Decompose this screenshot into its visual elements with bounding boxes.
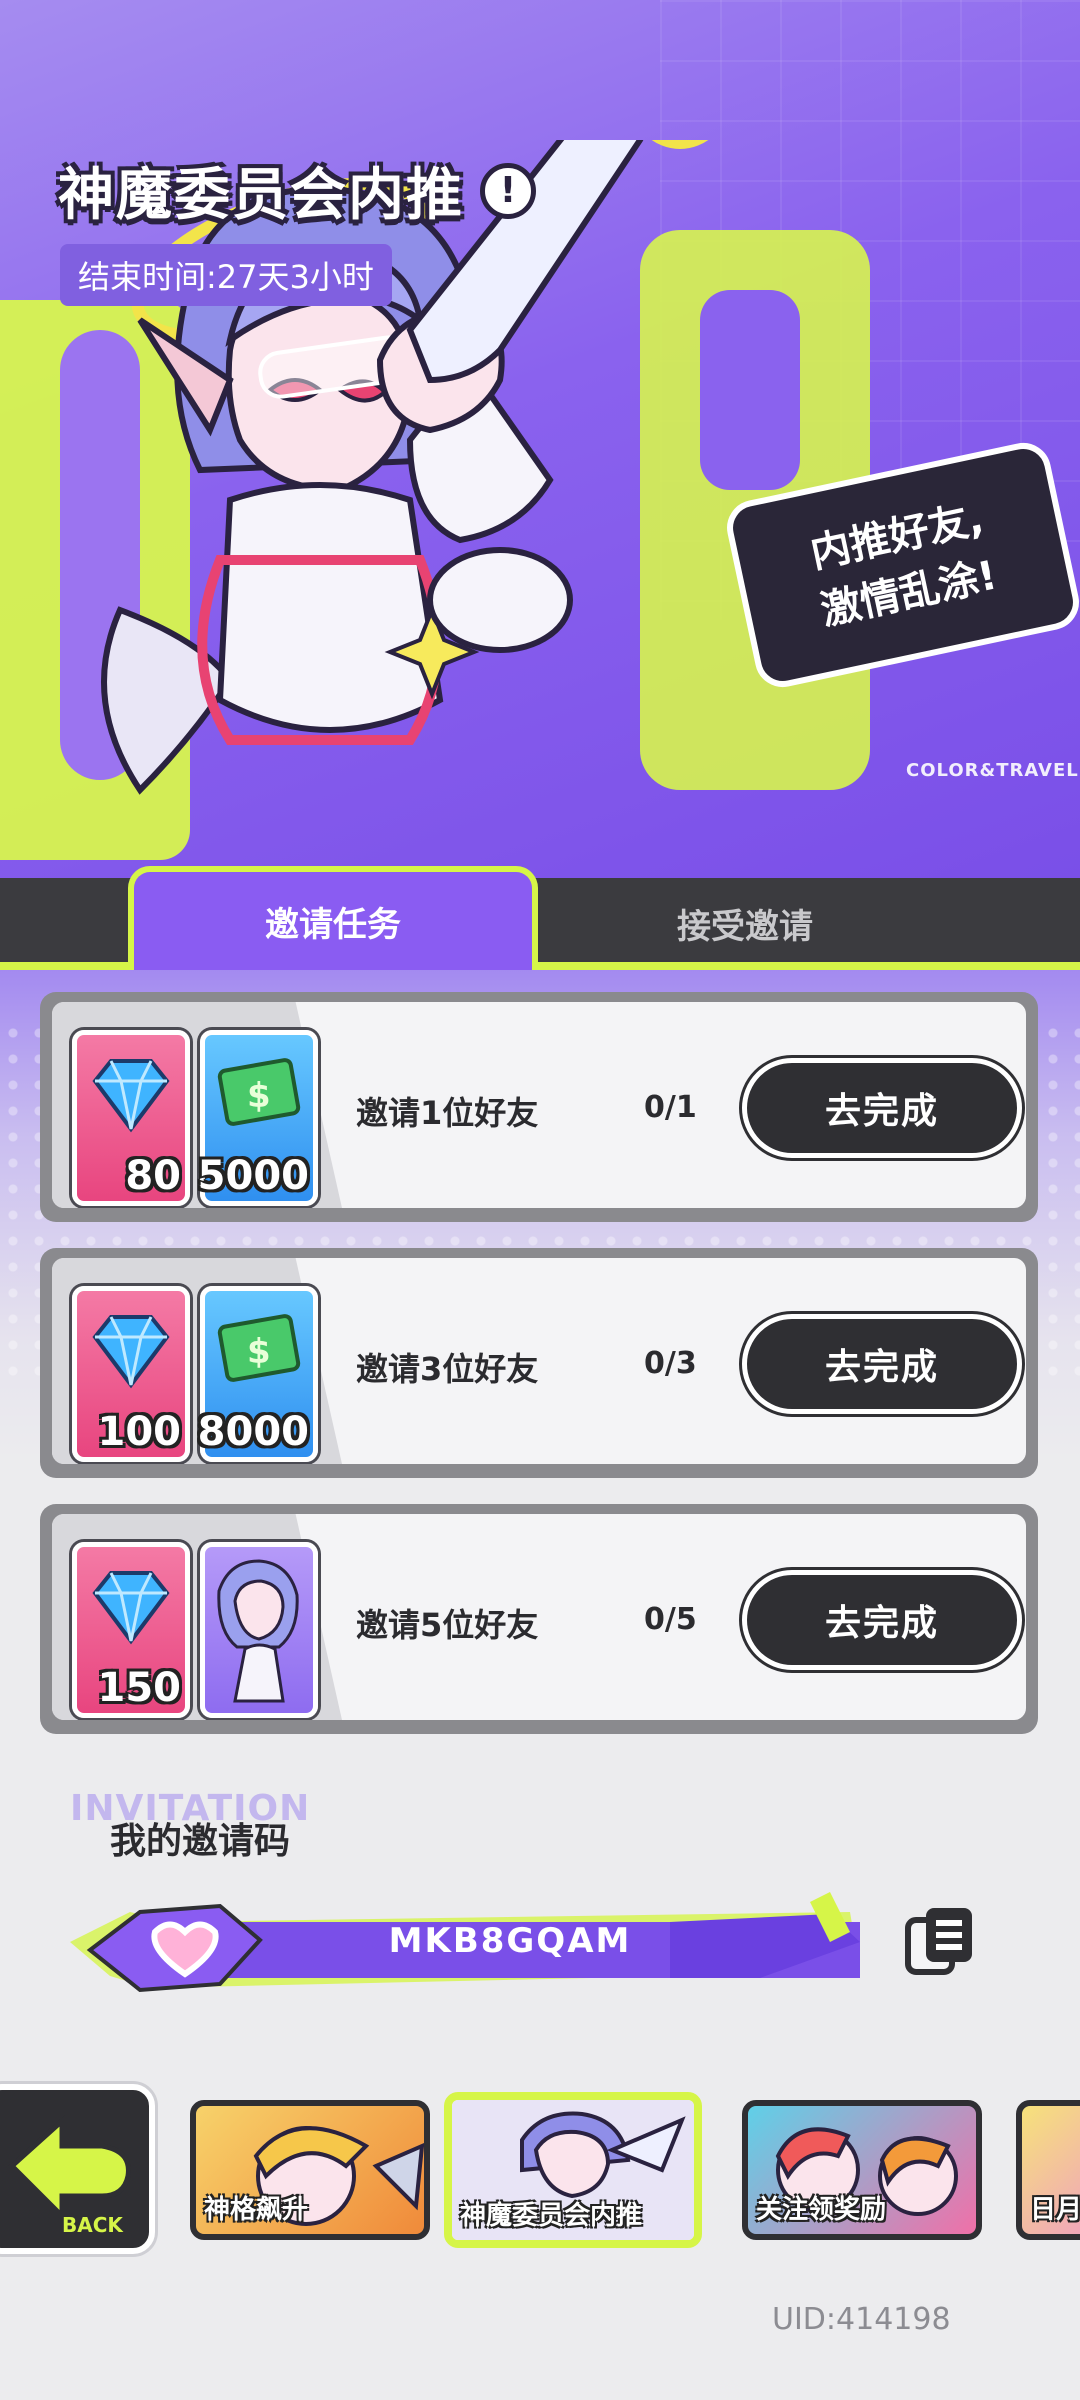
reward-quantity: 80 (125, 1153, 181, 1199)
diamond-icon (92, 1059, 170, 1133)
task-card-body: 100 $ 8000 邀请3位好友 0/3 去完成 (52, 1258, 1026, 1464)
cash-icon: $ (217, 1314, 301, 1382)
cash-icon: $ (217, 1058, 301, 1126)
brand-logo: COLOR&TRAVEL (906, 760, 1079, 781)
invite-code-title: 我的邀请码 (110, 1821, 291, 1862)
go-complete-button[interactable]: 去完成 (742, 1058, 1022, 1158)
nav-card-sun-moon[interactable]: 日月 (1016, 2100, 1080, 2240)
reward-quantity: 8000 (197, 1409, 309, 1455)
go-complete-button[interactable]: 去完成 (742, 1314, 1022, 1414)
task-label: 邀请5位好友 (356, 1606, 539, 1644)
task-label: 邀请3位好友 (356, 1350, 539, 1388)
task-progress: 0/5 (644, 1602, 697, 1637)
diamond-icon (92, 1571, 170, 1645)
svg-text:$: $ (247, 1332, 271, 1372)
reward-cash: $ 5000 (197, 1030, 318, 1206)
nav-card-follow-reward[interactable]: 关注领奖励 (742, 2100, 982, 2240)
back-label: BACK (62, 2213, 124, 2237)
task-progress: 0/1 (644, 1090, 697, 1125)
title-row: 神魔委员会内推 ! (58, 150, 536, 231)
diamond-icon (92, 1315, 170, 1389)
task-label: 邀请1位好友 (356, 1094, 539, 1132)
page-title: 神魔委员会内推 (58, 163, 464, 228)
tab-invite-tasks[interactable]: 邀请任务 (128, 866, 538, 970)
end-time-badge: 结束时间:27天3小时 (60, 244, 392, 306)
task-card: 100 $ 8000 邀请3位好友 0/3 去完成 (40, 1248, 1038, 1478)
copy-icon[interactable] (902, 1904, 978, 1980)
task-card: 80 $ 5000 邀请1位好友 0/1 去完成 (40, 992, 1038, 1222)
user-id: UID:414198 (772, 2302, 951, 2337)
hero-banner: 神魔委员会内推 ! 结束时间:27天3小时 内推好友, 激情乱涂! COLOR&… (0, 0, 1080, 880)
reward-quantity: 5000 (197, 1153, 309, 1199)
task-card-body: 80 $ 5000 邀请1位好友 0/1 去完成 (52, 1002, 1026, 1208)
go-complete-button[interactable]: 去完成 (742, 1570, 1022, 1670)
character-portrait-icon (217, 1559, 299, 1703)
reward-diamond: 100 (72, 1286, 190, 1462)
back-button[interactable]: BACK (0, 2084, 155, 2254)
nav-card-divine-rise[interactable]: 神格飙升 (190, 2100, 430, 2240)
reward-diamond: 150 (72, 1542, 190, 1718)
reward-cash: $ 8000 (197, 1286, 318, 1462)
task-progress: 0/3 (644, 1346, 697, 1381)
back-arrow-icon: BACK (8, 2115, 131, 2237)
tab-accept-invite[interactable]: 接受邀请 (540, 878, 950, 968)
exclamation-icon[interactable]: ! (480, 162, 536, 219)
task-card: 150 邀请5位好友 0/5 去完成 (40, 1504, 1038, 1734)
nav-card-label: 关注领奖励 (756, 2195, 887, 2225)
nav-card-label: 神魔委员会内推 (460, 2201, 643, 2231)
task-card-body: 150 邀请5位好友 0/5 去完成 (52, 1514, 1026, 1720)
svg-text:$: $ (247, 1076, 271, 1116)
reward-quantity: 100 (97, 1409, 182, 1455)
nav-card-referral[interactable]: 神魔委员会内推 (444, 2092, 702, 2248)
reward-diamond: 80 (72, 1030, 190, 1206)
bottom-nav: BACK 神格飙升 神魔委员会内推 关注领奖励 日月 (0, 2070, 1080, 2270)
invite-code-value: MKB8GQAM (388, 1921, 632, 1961)
reward-character (200, 1542, 318, 1718)
reward-quantity: 150 (97, 1665, 182, 1711)
nav-card-label: 日月 (1030, 2195, 1080, 2225)
nav-card-label: 神格飙升 (204, 2195, 309, 2225)
